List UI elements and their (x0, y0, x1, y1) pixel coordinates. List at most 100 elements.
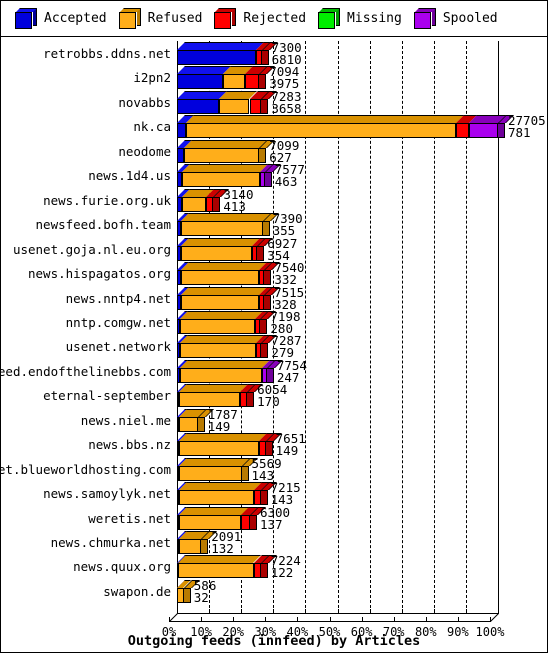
bar-value-labels: 7754 247 (277, 359, 307, 384)
category-label: newsfeed.endofthelinebbs.com (0, 363, 171, 379)
bar-end-cap-side (263, 270, 272, 286)
category-label: news.furie.org.uk (43, 192, 171, 208)
bar-segment-accepted[interactable] (177, 50, 256, 65)
bar-segment-refused[interactable] (178, 490, 254, 506)
category-label: swapon.de (103, 583, 171, 599)
bar-segment-top-refused (178, 433, 267, 442)
x-tick-mark-front (233, 617, 235, 622)
x-tick-mark-back (241, 609, 243, 614)
bar-segment-refused[interactable] (186, 123, 456, 139)
bar-end-cap-side (196, 416, 205, 432)
bar-segment-spooled[interactable] (468, 123, 498, 139)
bar-end-cap-side (260, 343, 269, 359)
bar-segment-top-refused (181, 237, 261, 246)
bar-segment-refused[interactable] (178, 416, 198, 432)
cube-icon (318, 7, 341, 30)
bar-segment-refused[interactable] (180, 343, 257, 359)
bar-segment-refused[interactable] (178, 539, 202, 554)
bar-segment-top-accepted (177, 42, 264, 50)
bar-segment-refused[interactable] (178, 465, 242, 481)
bar-end-cap-side (258, 147, 267, 163)
bar-value-labels: 7577 463 (274, 164, 305, 190)
bar-segment-refused[interactable] (179, 367, 262, 383)
bar-accepted-value: 413 (223, 198, 246, 214)
bar-segment-rejected[interactable] (245, 74, 260, 90)
bar-segment-accepted[interactable] (177, 147, 185, 163)
bar-segment-refused[interactable] (223, 74, 246, 90)
bar-end-cap-side (212, 196, 221, 212)
bar-segment-refused[interactable] (180, 270, 260, 286)
bar-value-labels: 7540 332 (274, 261, 304, 286)
x-tick-mark-front (329, 617, 331, 622)
cube-icon (413, 7, 436, 30)
cube-icon (118, 7, 141, 30)
bar-segment-refused[interactable] (184, 147, 260, 163)
bar-end-cap-side (248, 514, 257, 530)
bar-segment-refused[interactable] (180, 318, 256, 334)
bar-end-cap-side (259, 318, 268, 334)
legend-item-rejected: Rejected (214, 7, 307, 30)
bar-end-cap-side (265, 367, 274, 383)
bar-segment-refused[interactable] (219, 98, 250, 114)
bar-segment-refused[interactable] (181, 221, 263, 237)
x-tick-mark-back (209, 609, 211, 614)
bar-accepted-value: 32 (193, 589, 209, 605)
bar-segment-refused[interactable] (178, 514, 242, 530)
bar-value-labels: 6300 137 (260, 506, 290, 531)
bar-value-labels: 7515 328 (274, 286, 304, 311)
bar-end-cap-side (200, 539, 209, 554)
bar-segment-accepted[interactable] (177, 98, 220, 114)
bar-segment-refused[interactable] (181, 245, 253, 261)
bar-segment-accepted[interactable] (177, 74, 224, 90)
bar-row: news.niel.me 1787 149 (1, 408, 547, 433)
bar-row: nntp.comgw.net 7198 280 (1, 310, 547, 335)
category-label: news.bbs.nz (88, 437, 171, 453)
x-tick-mark-back (273, 609, 275, 614)
bar-row: news.nntp4.net 7515 328 (1, 286, 547, 311)
x-tick-mark-back (337, 609, 339, 614)
bar-segment-top-refused (178, 482, 262, 491)
bar-segment-refused[interactable] (178, 563, 254, 579)
category-label: i2pn2 (133, 70, 171, 86)
legend-item-refused: Refused (118, 7, 202, 30)
bar-row: novabbs 7283 3658 (1, 90, 547, 115)
bar-segment-refused[interactable] (178, 392, 241, 408)
bar-segment-refused[interactable] (178, 441, 259, 457)
bar-segment-refused[interactable] (182, 172, 261, 188)
bar-row: news.chmurka.net 2091 132 (1, 530, 547, 556)
plot-area: 0% 10% 20% 30% 40% 50% 60% 70% 80% 90% 100% retrob… (0, 37, 547, 653)
bar-row: newsfeed.bofh.team 7390 355 (1, 212, 547, 237)
bar-segment-top-refused (180, 262, 268, 271)
bar-segment-top-refused (180, 310, 264, 319)
legend-label: Rejected (243, 11, 307, 26)
bar-row: weretis.net 6300 137 (1, 506, 547, 531)
bar-accepted-value: 122 (270, 565, 294, 581)
bar-row: news.furie.org.uk 3140 413 (1, 188, 547, 214)
chart-legend: Accepted Refused Rejected Missing Spooled (1, 1, 547, 37)
cube-icon (214, 7, 237, 30)
bar-segment-rejected[interactable] (456, 123, 469, 139)
bar-accepted-value: 132 (211, 541, 234, 556)
bar-segment-refused[interactable] (180, 294, 259, 310)
chart-title: Outgoing feeds (innfeed) by Articles (127, 633, 421, 649)
bar-segment-top-refused (178, 457, 250, 466)
bar-segment-accepted[interactable] (177, 123, 187, 139)
legend-label: Accepted (44, 11, 107, 26)
bar-end-cap-side (259, 563, 268, 579)
bar-segment-refused[interactable] (181, 196, 207, 212)
bar-row: nk.ca 27705 781 (1, 114, 547, 140)
category-label: retrobbs.ddns.net (43, 46, 171, 61)
bar-segment-top-refused (179, 359, 270, 368)
bar-end-cap-side (258, 74, 267, 90)
category-label: news.quux.org (73, 559, 171, 575)
bar-value-labels: 5569 143 (252, 457, 282, 482)
bar-segment-top-refused (181, 213, 271, 222)
bar-end-cap-side (263, 294, 272, 310)
axis-depth-edge-left (169, 613, 178, 622)
bar-accepted-value: 463 (274, 174, 298, 190)
bar-value-labels: 7390 355 (273, 212, 303, 237)
bar-value-labels: 7099 627 (269, 139, 299, 164)
x-tick-mark-front (490, 617, 491, 622)
bar-end-cap-side (264, 441, 273, 457)
x-tick-mark-front (457, 617, 459, 622)
